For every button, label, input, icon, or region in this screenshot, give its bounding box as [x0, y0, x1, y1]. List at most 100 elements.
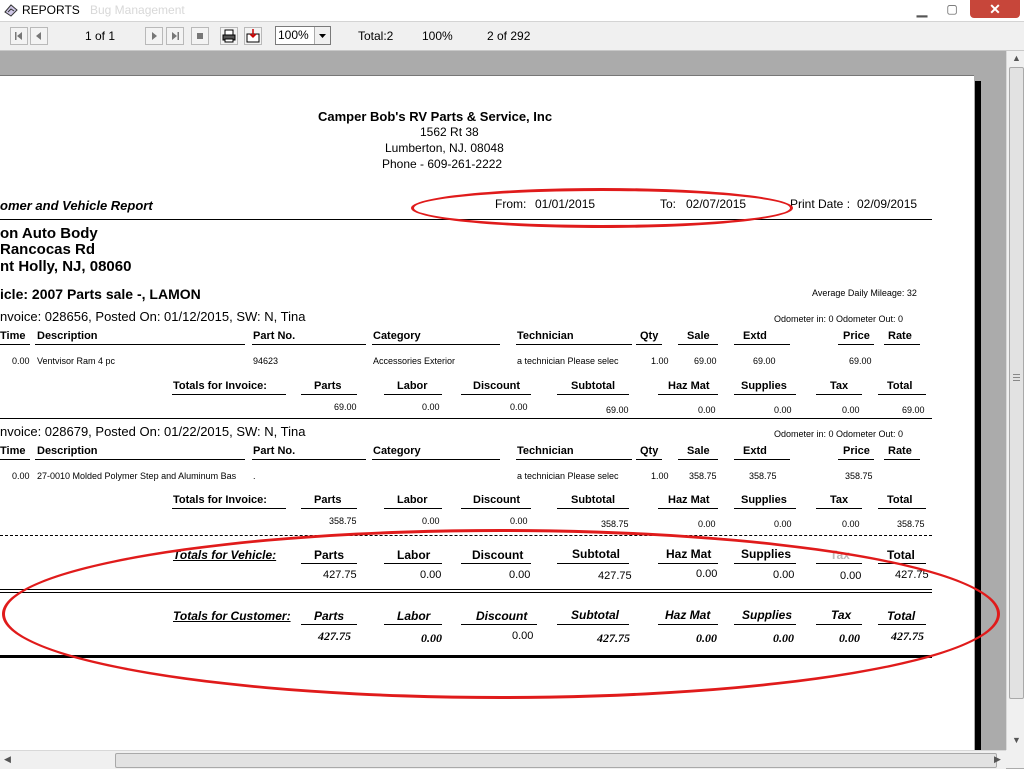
odometer-readings: Odometer in: 0 Odometer Out: 0	[774, 314, 904, 324]
last-page-button[interactable]	[166, 27, 184, 45]
totals-discount-header: Discount	[473, 380, 521, 392]
stop-icon	[197, 33, 203, 39]
close-button[interactable]: ✕	[970, 0, 1020, 18]
total-supplies: 0.00	[774, 519, 792, 529]
vertical-scroll-thumb[interactable]	[1009, 67, 1024, 699]
window-ghost-title: Bug Management	[90, 3, 185, 17]
line-description: Ventvisor Ram 4 pc	[37, 356, 116, 366]
col-rate: Rate	[888, 330, 912, 342]
totals-hazmat-header: Haz Mat	[668, 494, 710, 506]
maximize-button[interactable]: ▢	[938, 2, 966, 18]
next-page-button[interactable]	[145, 27, 163, 45]
col-part-no: Part No.	[253, 330, 296, 342]
export-icon	[246, 29, 260, 43]
customer-street: Rancocas Rd	[0, 241, 96, 258]
invoice-totals-label: Totals for Invoice:	[173, 494, 267, 506]
total-labor: 0.00	[422, 516, 440, 526]
col-technician: Technician	[517, 445, 574, 457]
totals-labor-header: Labor	[397, 380, 428, 392]
report-viewer: Camper Bob's RV Parts & Service, Inc 156…	[0, 51, 1006, 750]
record-position: 2 of 292	[487, 29, 531, 43]
line-part-no: .	[253, 471, 256, 481]
totals-parts-header: Parts	[314, 494, 342, 506]
col-category: Category	[373, 330, 421, 342]
col-price: Price	[843, 330, 870, 342]
line-part-no: 94623	[253, 356, 279, 366]
minimize-button[interactable]: ▁	[908, 2, 936, 18]
col-part-no: Part No.	[253, 445, 296, 457]
line-qty: 1.00	[651, 471, 669, 481]
col-description: Description	[37, 330, 98, 342]
title-bar: REPORTS Bug Management ▁ ▢ ✕	[0, 0, 1024, 22]
total-supplies: 0.00	[774, 405, 792, 415]
totals-tax-header: Tax	[830, 380, 849, 392]
totals-discount-header: Discount	[473, 494, 521, 506]
line-sale: 69.00	[694, 356, 717, 366]
print-date-label: Print Date :	[790, 197, 851, 211]
app-icon	[4, 3, 19, 17]
prev-page-icon	[36, 32, 41, 40]
col-qty: Qty	[640, 445, 659, 457]
zoom-dropdown[interactable]: 100%	[275, 26, 331, 45]
col-category: Category	[373, 445, 421, 457]
scroll-down-arrow-icon[interactable]: ▼	[1012, 735, 1021, 745]
total-subtotal: 358.75	[601, 519, 629, 529]
scroll-left-arrow-icon[interactable]: ◀	[4, 754, 11, 765]
total-discount: 0.00	[510, 516, 528, 526]
line-technician: a technician Please selec	[517, 356, 619, 366]
vehicle-total-header: Total	[887, 548, 915, 562]
company-name: Camper Bob's RV Parts & Service, Inc	[318, 109, 553, 124]
line-description: 27-0010 Molded Polymer Step and Aluminum…	[37, 471, 237, 481]
total-parts: 69.00	[334, 402, 357, 412]
total-tax: 0.00	[842, 405, 860, 415]
first-page-button[interactable]	[10, 27, 28, 45]
zoom-value: 100%	[278, 28, 309, 42]
totals-total-header: Total	[887, 494, 913, 506]
total-subtotal: 69.00	[606, 405, 629, 415]
line-time: 0.00	[12, 356, 30, 366]
col-rate: Rate	[888, 445, 912, 457]
horizontal-scrollbar[interactable]: ◀ ▶	[0, 750, 1006, 769]
total-hazmat: 0.00	[698, 519, 716, 529]
report-page: Camper Bob's RV Parts & Service, Inc 156…	[0, 75, 1000, 750]
total-hazmat: 0.00	[698, 405, 716, 415]
totals-subtotal-header: Subtotal	[571, 494, 615, 506]
totals-subtotal-header: Subtotal	[571, 380, 615, 392]
totals-parts-header: Parts	[314, 380, 342, 392]
customer-city: nt Holly, NJ, 08060	[0, 258, 132, 275]
vertical-scrollbar[interactable]: ▲ ▼	[1006, 51, 1024, 750]
col-time: Time	[0, 330, 26, 342]
col-time: Time	[0, 445, 26, 457]
col-description: Description	[37, 445, 98, 457]
report-title: omer and Vehicle Report	[0, 198, 153, 213]
total-count: Total:2	[358, 29, 394, 43]
horizontal-scroll-thumb[interactable]	[115, 753, 997, 768]
company-address-line2: Lumberton, NJ. 08048	[385, 141, 504, 155]
next-page-icon	[152, 32, 157, 40]
line-price: 358.75	[845, 471, 873, 481]
last-page-icon	[172, 32, 179, 40]
export-button[interactable]	[244, 27, 262, 45]
totals-hazmat-header: Haz Mat	[668, 380, 710, 392]
page-indicator: 1 of 1	[85, 29, 116, 43]
totals-total-header: Total	[887, 380, 913, 392]
stop-button[interactable]	[191, 27, 209, 45]
line-technician: a technician Please selec	[517, 471, 619, 481]
col-extd: Extd	[743, 330, 767, 342]
scroll-up-arrow-icon[interactable]: ▲	[1012, 53, 1021, 63]
col-sale: Sale	[687, 330, 710, 342]
report-toolbar: 1 of 1 100% Total:2 100% 2 of 292	[0, 22, 1024, 51]
invoice-header: nvoice: 028656, Posted On: 01/12/2015, S…	[0, 309, 306, 324]
total-tax: 0.00	[842, 519, 860, 529]
prev-page-button[interactable]	[30, 27, 48, 45]
total-total: 69.00	[902, 405, 925, 415]
window-title: REPORTS	[22, 3, 80, 17]
print-button[interactable]	[220, 27, 238, 45]
totals-tax-header: Tax	[830, 494, 849, 506]
total-parts: 358.75	[329, 516, 357, 526]
page-shadow	[975, 81, 981, 750]
invoice-totals-label: Totals for Invoice:	[173, 380, 267, 392]
dropdown-arrow-icon[interactable]	[314, 27, 330, 44]
scroll-right-arrow-icon[interactable]: ▶	[994, 754, 1001, 765]
totals-labor-header: Labor	[397, 494, 428, 506]
